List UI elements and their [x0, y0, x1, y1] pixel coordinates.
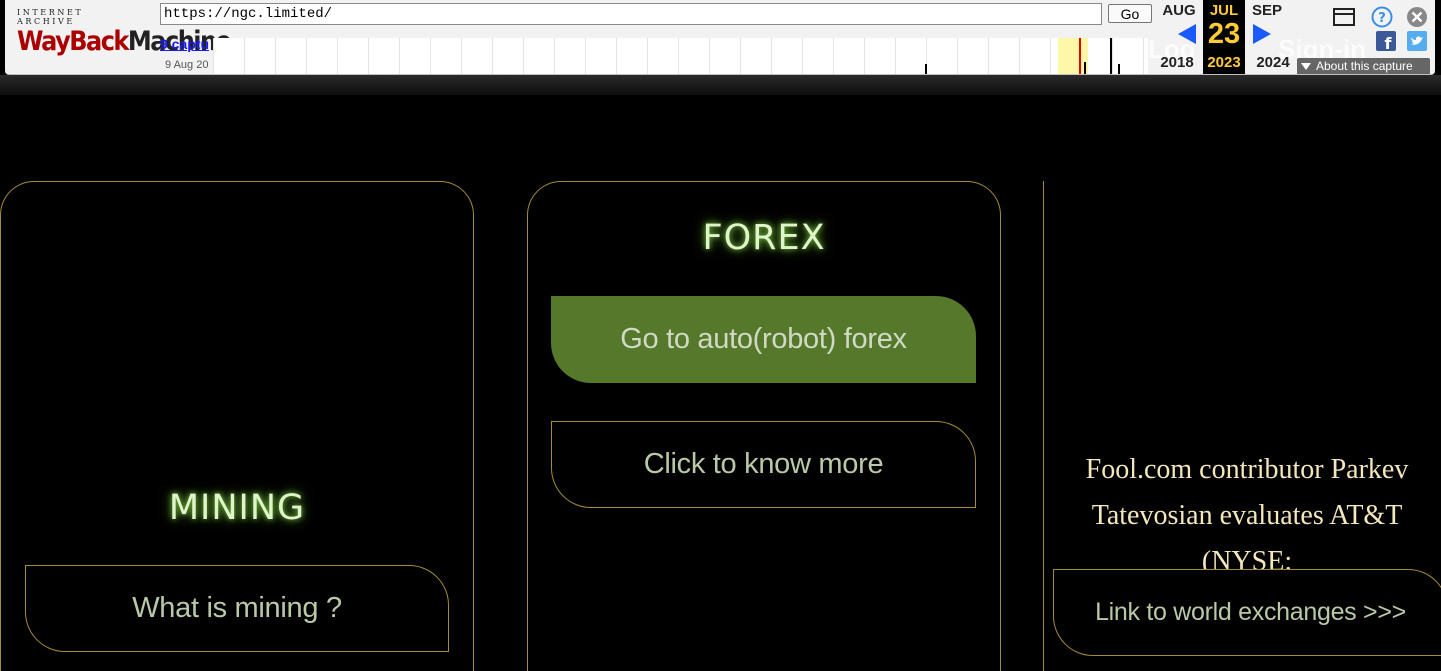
wordmark-wayback: WayBack — [17, 25, 129, 57]
sparkline-bar — [1110, 38, 1112, 74]
svg-text:?: ? — [1378, 11, 1386, 26]
sparkline-current-marker — [1079, 38, 1081, 74]
what-is-mining-button[interactable]: What is mining ? — [25, 565, 449, 652]
sparkline-bar — [1084, 62, 1086, 74]
click-to-know-more-button[interactable]: Click to know more — [551, 421, 976, 508]
current-day: 23 — [1207, 18, 1241, 50]
screenshot-icon[interactable] — [1333, 7, 1355, 27]
svg-text:f: f — [1385, 34, 1393, 51]
about-capture-button[interactable]: About this capture — [1297, 58, 1430, 74]
section-divider — [1043, 181, 1044, 671]
wayback-machine-wordmark: WayBackMachine — [17, 25, 232, 57]
about-capture-label: About this capture — [1316, 59, 1413, 73]
wayback-go-button[interactable]: Go — [1108, 4, 1152, 23]
sparkline-bar — [925, 64, 927, 74]
capture-sparkline[interactable] — [213, 38, 1148, 74]
news-text: Fool.com contributor Parkev Tatevosian e… — [1085, 454, 1409, 572]
twitter-icon[interactable] — [1407, 31, 1427, 51]
prev-month-label[interactable]: AUG — [1159, 2, 1199, 19]
world-exchanges-link-button[interactable]: Link to world exchanges >>> — [1053, 569, 1441, 656]
next-capture-arrow-icon[interactable] — [1253, 24, 1271, 44]
help-icon[interactable]: ? — [1371, 6, 1393, 28]
news-ticker: Fool.com contributor Parkev Tatevosian e… — [1050, 440, 1441, 572]
forex-title: FOREX — [702, 218, 826, 258]
mining-title: MINING — [168, 488, 306, 528]
auto-robot-forex-button[interactable]: Go to auto(robot) forex — [551, 296, 976, 383]
internet-archive-label: INTERNET ARCHIVE — [17, 8, 84, 26]
next-year-label[interactable]: 2024 — [1253, 54, 1293, 71]
close-icon[interactable] — [1406, 6, 1428, 28]
toolbar-shadow — [0, 75, 1441, 95]
current-capture-date: JUL 23 2023 — [1203, 0, 1245, 74]
mining-card: MINING What is mining ? — [0, 181, 474, 671]
forex-card: FOREX Go to auto(robot) forex Click to k… — [527, 181, 1001, 671]
current-month: JUL — [1209, 2, 1239, 19]
sparkline-bar — [1118, 64, 1120, 74]
captures-date-range: 9 Aug 20 — [165, 59, 209, 71]
facebook-icon[interactable]: f — [1376, 31, 1396, 51]
next-month-label[interactable]: SEP — [1247, 2, 1287, 19]
wayback-toolbar: INTERNET ARCHIVE WayBackMachine https://… — [5, 0, 1435, 75]
wayback-logo[interactable]: INTERNET ARCHIVE WayBackMachine — [17, 8, 232, 58]
captures-link[interactable]: 9 captu — [160, 36, 209, 52]
prev-capture-arrow-icon[interactable] — [1178, 24, 1196, 44]
wayback-url-input[interactable]: https://ngc.limited/ — [160, 3, 1102, 25]
prev-year-label[interactable]: 2018 — [1157, 54, 1197, 71]
chevron-down-icon — [1301, 63, 1311, 70]
current-year: 2023 — [1207, 54, 1241, 71]
